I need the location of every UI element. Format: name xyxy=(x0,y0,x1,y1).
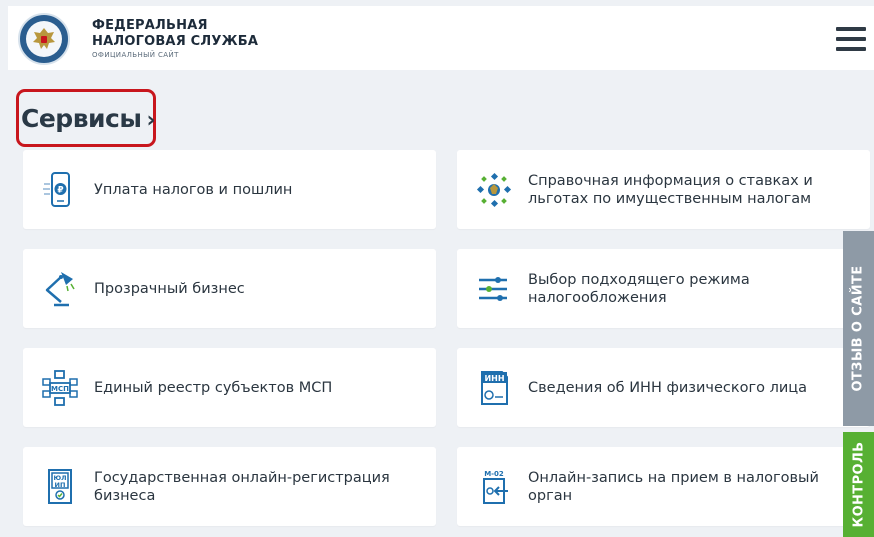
reference-info-icon xyxy=(474,170,514,210)
service-card-online-appointment[interactable]: М-02 Онлайн-запись на прием в налоговый … xyxy=(457,447,870,526)
service-label: Прозрачный бизнес xyxy=(94,280,245,297)
svg-text:ИНН: ИНН xyxy=(484,374,504,383)
hamburger-icon[interactable] xyxy=(836,27,866,51)
service-card-property-tax-info[interactable]: Справочная информация о ставках и льгота… xyxy=(457,150,870,229)
desk-lamp-icon xyxy=(40,269,80,309)
registration-document-icon: ЮЛ ИП xyxy=(40,467,80,507)
feedback-tab-label: ОТЗЫВ О САЙТЕ xyxy=(851,265,867,392)
service-label: Выбор подходящего режима налогообложения xyxy=(528,271,750,306)
service-label: Онлайн-запись на прием в налоговый орган xyxy=(528,469,819,504)
service-label: Уплата налогов и пошлин xyxy=(94,181,293,198)
appointment-document-icon: М-02 xyxy=(474,467,514,507)
brand-line-1: ФЕДЕРАЛЬНАЯ xyxy=(92,18,208,33)
service-label: Справочная информация о ставках и льгота… xyxy=(528,172,813,207)
svg-text:МСП: МСП xyxy=(51,385,69,393)
service-label: Сведения об ИНН физического лица xyxy=(528,379,808,396)
service-label: Единый реестр субъектов МСП xyxy=(94,379,333,396)
service-card-tax-regime[interactable]: Выбор подходящего режима налогообложения xyxy=(457,249,870,328)
inn-document-icon: ИНН xyxy=(474,368,514,408)
fns-logo[interactable] xyxy=(18,13,70,65)
msp-registry-icon: МСП xyxy=(40,368,80,408)
control-tab-label: КОНТРОЛЬ xyxy=(851,441,867,528)
svg-text:М-02: М-02 xyxy=(484,470,504,478)
service-card-tax-payment[interactable]: ₽ Уплата налогов и пошлин xyxy=(23,150,436,229)
brand-subtitle: ОФИЦИАЛЬНЫЙ САЙТ xyxy=(92,51,179,59)
service-card-msp-registry[interactable]: МСП Единый реестр субъектов МСП xyxy=(23,348,436,427)
svg-text:₽: ₽ xyxy=(57,185,63,195)
control-side-tab[interactable]: КОНТРОЛЬ xyxy=(843,432,874,537)
section-title: Сервисы xyxy=(21,103,142,133)
brand-line-2: НАЛОГОВАЯ СЛУЖБА xyxy=(92,34,259,49)
brand-name: ФЕДЕРАЛЬНАЯ НАЛОГОВАЯ СЛУЖБА ОФИЦИАЛЬНЫЙ… xyxy=(92,18,258,59)
feedback-side-tab[interactable]: ОТЗЫВ О САЙТЕ xyxy=(843,231,874,426)
sliders-icon xyxy=(474,269,514,309)
service-card-transparent-business[interactable]: Прозрачный бизнес xyxy=(23,249,436,328)
payment-phone-icon: ₽ xyxy=(40,170,80,210)
service-card-inn-info[interactable]: ИНН Сведения об ИНН физического лица xyxy=(457,348,870,427)
service-card-online-registration[interactable]: ЮЛ ИП Государственная онлайн-регистрация… xyxy=(23,447,436,526)
services-title-link[interactable]: Сервисы › xyxy=(16,89,156,147)
emblem-icon xyxy=(26,21,62,57)
svg-text:ИП: ИП xyxy=(55,481,66,489)
service-label: Государственная онлайн-регистрация бизне… xyxy=(94,469,390,504)
site-header: ФЕДЕРАЛЬНАЯ НАЛОГОВАЯ СЛУЖБА ОФИЦИАЛЬНЫЙ… xyxy=(8,6,874,70)
chevron-right-icon: › xyxy=(146,107,156,133)
